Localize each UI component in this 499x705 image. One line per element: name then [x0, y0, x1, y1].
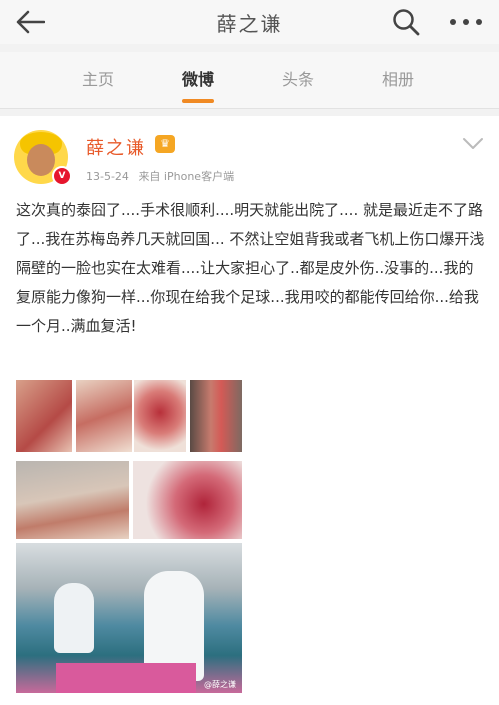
back-button[interactable] [14, 8, 46, 36]
post-photo[interactable] [16, 461, 129, 539]
post-meta: 13-5-24 来自 iPhone客户端 [86, 168, 234, 184]
more-button[interactable] [446, 8, 486, 36]
search-button[interactable] [392, 8, 420, 36]
top-navigation-bar: 薛之谦 [0, 0, 499, 44]
post-author[interactable]: 薛之谦 [86, 134, 146, 160]
post-photo-large[interactable]: @薛之谦 [16, 543, 242, 693]
photo-figure [54, 583, 94, 653]
post-date: 13-5-24 [86, 170, 129, 183]
chevron-down-icon [463, 138, 483, 149]
post-options-button[interactable] [462, 136, 484, 152]
tab-headlines[interactable]: 头条 [258, 66, 338, 90]
post-photo[interactable] [76, 380, 132, 452]
tab-home[interactable]: 主页 [58, 66, 138, 90]
post-text: 这次真的泰囧了....手术很顺利....明天就能出院了.... 就是最近走不了路… [16, 201, 485, 335]
tab-album[interactable]: 相册 [358, 66, 438, 90]
active-tab-indicator [182, 99, 214, 103]
page-title: 薛之谦 [216, 11, 283, 36]
post-photo[interactable] [16, 380, 72, 452]
more-dots-icon [450, 19, 482, 25]
post-photo[interactable] [134, 380, 186, 452]
post-source: 来自 iPhone客户端 [138, 170, 235, 183]
search-icon [393, 9, 420, 36]
avatar-face [27, 144, 55, 176]
post-photo[interactable] [133, 461, 242, 539]
post-photo[interactable] [190, 380, 242, 452]
photo-watermark: @薛之谦 [204, 680, 236, 689]
photo-bed [56, 663, 196, 693]
vip-crown-icon[interactable]: ♛ [155, 135, 175, 153]
verified-badge-icon: V [52, 166, 72, 186]
tab-weibo[interactable]: 微博 [158, 66, 238, 90]
post-card: V 薛之谦 ♛ 13-5-24 来自 iPhone客户端 这次真的泰囧了....… [0, 116, 499, 705]
back-arrow-icon [16, 10, 45, 34]
profile-tabs: 主页 微博 头条 相册 [0, 52, 499, 109]
